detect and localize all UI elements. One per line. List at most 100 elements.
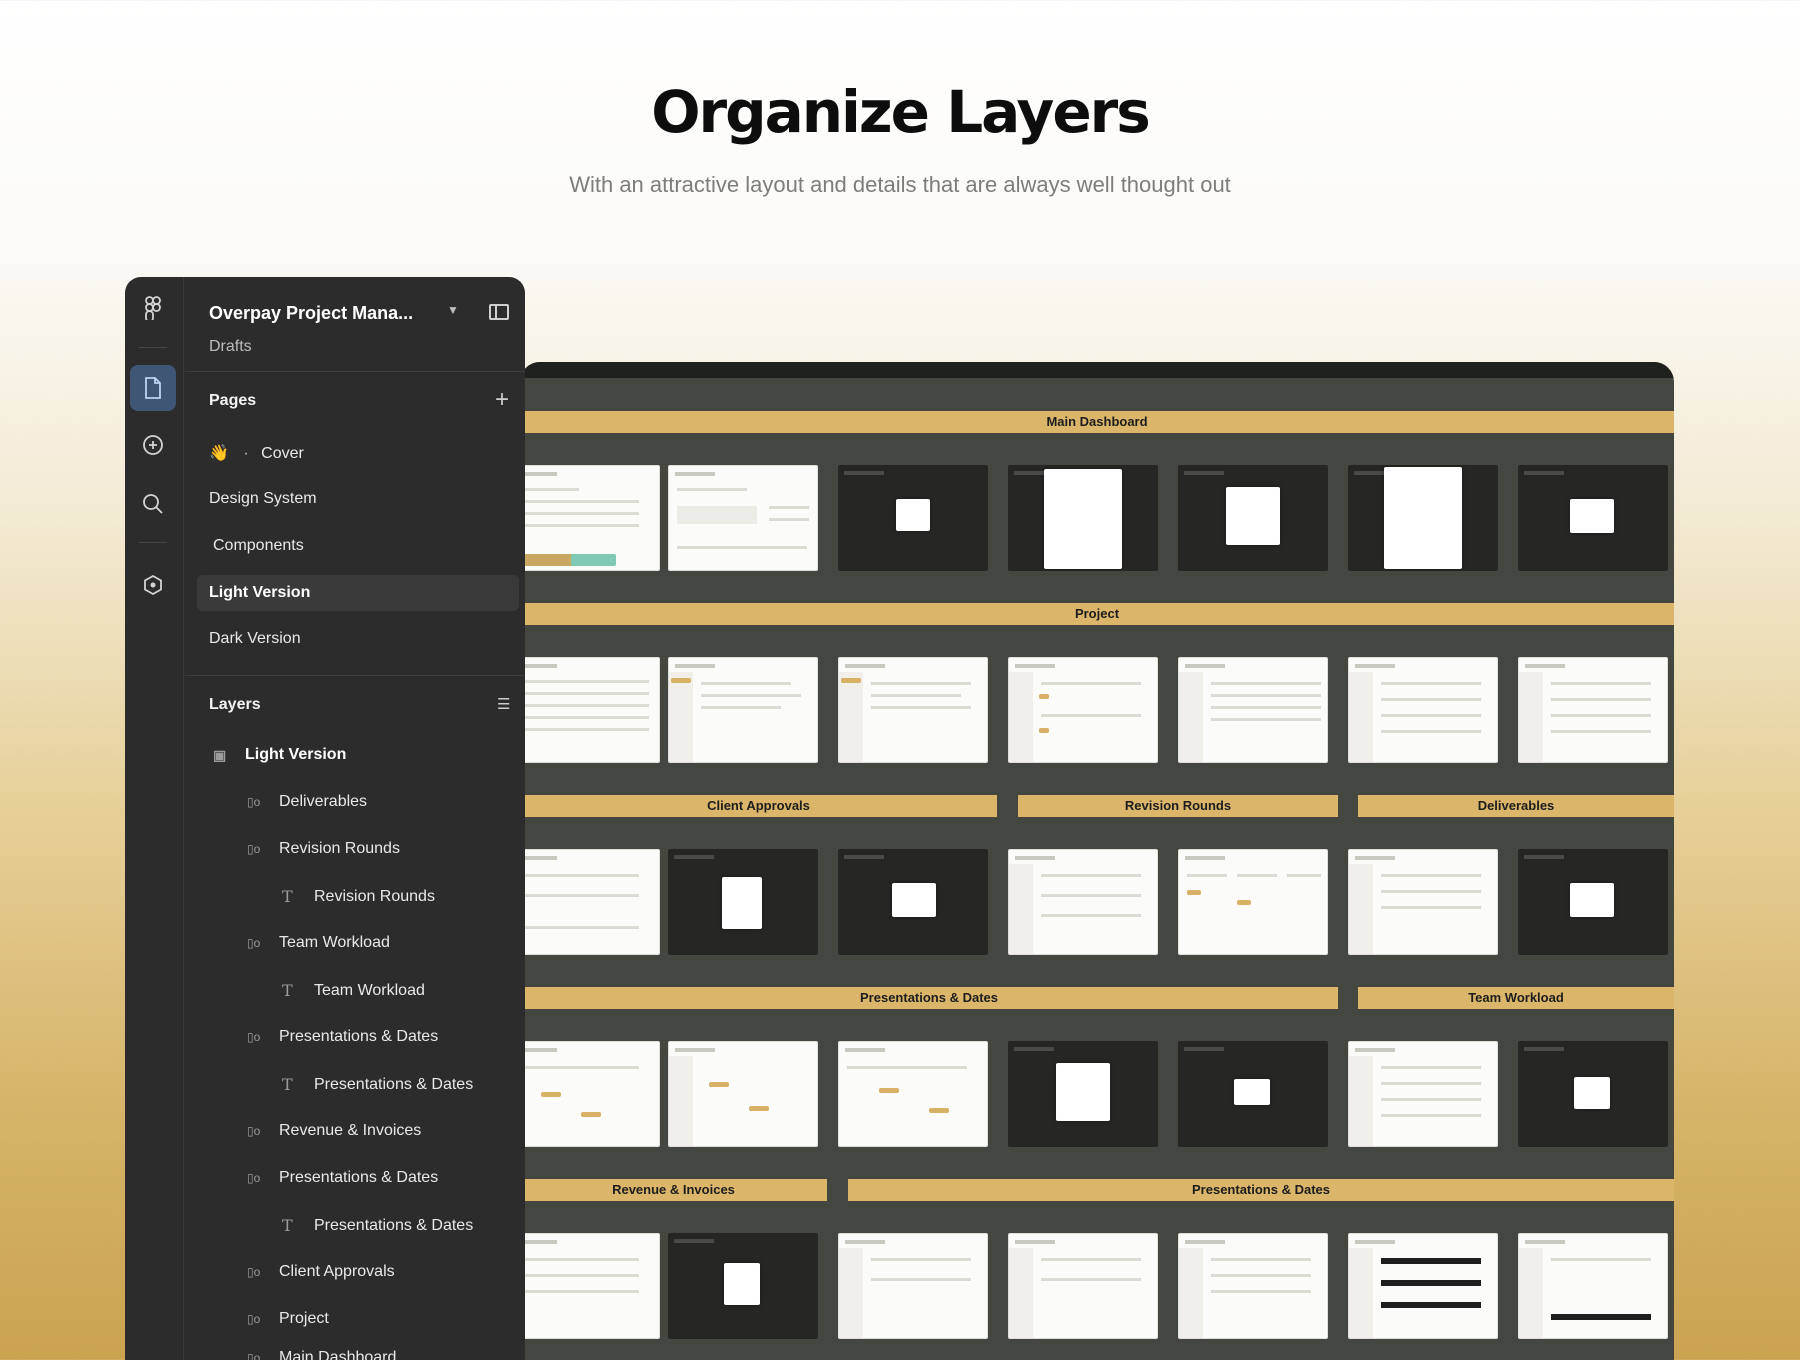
figma-logo-icon[interactable] <box>130 285 176 331</box>
section-team-workload[interactable]: Team Workload <box>1358 987 1674 1009</box>
frame-thumbnail[interactable] <box>520 465 660 571</box>
layer-frame-presentations-dates[interactable]: ▯o Presentations & Dates <box>247 1028 438 1046</box>
layer-label: Team Workload <box>279 934 390 951</box>
page-label: Cover <box>261 445 304 462</box>
layer-label: Presentations & Dates <box>279 1169 439 1186</box>
text-icon: T <box>282 887 293 906</box>
frame-icon: ▯o <box>247 1265 261 1279</box>
layer-frame-revision-rounds[interactable]: ▯o Revision Rounds <box>247 840 400 858</box>
frame-thumbnail[interactable] <box>1178 657 1328 763</box>
frame-thumbnail[interactable] <box>1008 657 1158 763</box>
pages-heading: Pages <box>209 392 257 409</box>
wave-emoji-icon: 👋 <box>209 445 229 462</box>
layers-heading: Layers <box>209 696 261 713</box>
layer-frame-deliverables[interactable]: ▯o Deliverables <box>247 793 367 811</box>
frame-thumbnail[interactable] <box>520 849 660 955</box>
frame-thumbnail[interactable] <box>668 1041 818 1147</box>
page-item-dark-version[interactable]: Dark Version <box>209 630 301 648</box>
frame-thumbnail[interactable] <box>520 657 660 763</box>
frame-thumbnail[interactable] <box>838 657 988 763</box>
search-icon[interactable] <box>130 481 176 527</box>
canvas-toolbar <box>520 362 1674 378</box>
frame-thumbnail[interactable] <box>668 465 818 571</box>
layer-text-team-workload[interactable]: T Team Workload <box>282 981 425 1000</box>
frame-thumbnail[interactable] <box>1178 1041 1328 1147</box>
frame-icon: ▯o <box>247 1124 261 1138</box>
add-page-icon[interactable]: + <box>495 388 509 412</box>
frame-thumbnail[interactable] <box>1008 849 1158 955</box>
frame-thumbnail[interactable] <box>1178 465 1328 571</box>
frame-thumbnail[interactable] <box>1518 1233 1668 1339</box>
page-item-design-system[interactable]: Design System <box>209 490 317 508</box>
text-icon: T <box>282 1216 293 1235</box>
panel-toggle-icon[interactable] <box>489 304 509 320</box>
text-icon: T <box>282 1075 293 1094</box>
section-revenue-invoices[interactable]: Revenue & Invoices <box>520 1179 827 1201</box>
layer-label: Presentations & Dates <box>279 1028 439 1045</box>
section-presentations-dates[interactable]: Presentations & Dates <box>520 987 1338 1009</box>
frame-thumbnail[interactable] <box>1348 657 1498 763</box>
frame-thumbnail[interactable] <box>1348 1233 1498 1339</box>
frame-thumbnail[interactable] <box>1518 849 1668 955</box>
layer-text-presentations-dates[interactable]: T Presentations & Dates <box>282 1075 473 1094</box>
page-item-cover[interactable]: 👋 · Cover <box>209 443 304 463</box>
layer-frame-project[interactable]: ▯o Project <box>247 1310 329 1328</box>
assets-icon[interactable] <box>130 422 176 468</box>
frame-thumbnail[interactable] <box>520 1233 660 1339</box>
frame-icon: ▯o <box>247 842 261 856</box>
tool-rail <box>125 277 184 1360</box>
frame-thumbnail[interactable] <box>838 1233 988 1339</box>
frame-thumbnail[interactable] <box>668 849 818 955</box>
collapse-layers-icon[interactable]: ☰ <box>497 695 510 713</box>
frame-thumbnail[interactable] <box>838 1041 988 1147</box>
frame-thumbnail[interactable] <box>1008 465 1158 571</box>
divider <box>185 371 525 372</box>
file-location[interactable]: Drafts <box>209 338 252 356</box>
text-icon: T <box>282 981 293 1000</box>
frame-thumbnail[interactable] <box>1178 849 1328 955</box>
frame-thumbnail[interactable] <box>1348 1041 1498 1147</box>
frame-thumbnail[interactable] <box>1518 1041 1668 1147</box>
layer-label: Presentations & Dates <box>314 1075 474 1093</box>
section-main-dashboard[interactable]: Main Dashboard <box>520 411 1674 433</box>
layer-text-revision-rounds[interactable]: T Revision Rounds <box>282 887 435 906</box>
chevron-down-icon[interactable]: ▼ <box>447 303 459 317</box>
frame-icon: ▯o <box>247 795 261 809</box>
page-item-light-version[interactable]: Light Version <box>197 575 519 611</box>
layer-label: Revision Rounds <box>314 887 435 905</box>
frame-thumbnail[interactable] <box>838 465 988 571</box>
layer-label: Deliverables <box>279 793 368 810</box>
layer-frame-team-workload[interactable]: ▯o Team Workload <box>247 934 390 952</box>
file-title[interactable]: Overpay Project Mana... <box>209 303 413 324</box>
pages-icon[interactable] <box>130 365 176 411</box>
layer-frame-client-approvals[interactable]: ▯o Client Approvals <box>247 1263 395 1281</box>
page-item-components[interactable]: Components <box>213 537 304 555</box>
layer-text-presentations-dates-2[interactable]: T Presentations & Dates <box>282 1216 473 1235</box>
frame-thumbnail[interactable] <box>1348 465 1498 571</box>
section-deliverables[interactable]: Deliverables <box>1358 795 1674 817</box>
hero-subtitle: With an attractive layout and details th… <box>569 172 1231 197</box>
section-client-approvals[interactable]: Client Approvals <box>520 795 997 817</box>
frame-thumbnail[interactable] <box>1008 1233 1158 1339</box>
frame-thumbnail[interactable] <box>1518 657 1668 763</box>
layer-label: Presentations & Dates <box>314 1216 474 1234</box>
frame-thumbnail[interactable] <box>1178 1233 1328 1339</box>
layer-label: Team Workload <box>314 981 425 999</box>
layer-frame-main-dashboard[interactable]: ▯o Main Dashboard <box>247 1349 396 1360</box>
frame-thumbnail[interactable] <box>1518 465 1668 571</box>
frame-thumbnail[interactable] <box>838 849 988 955</box>
layer-frame-presentations-dates-2[interactable]: ▯o Presentations & Dates <box>247 1169 438 1187</box>
frame-thumbnail[interactable] <box>520 1041 660 1147</box>
section-presentations-dates-2[interactable]: Presentations & Dates <box>848 1179 1674 1201</box>
section-project[interactable]: Project <box>520 603 1674 625</box>
layer-frame-revenue-invoices[interactable]: ▯o Revenue & Invoices <box>247 1122 421 1140</box>
frame-thumbnail[interactable] <box>668 657 818 763</box>
section-revision-rounds[interactable]: Revision Rounds <box>1018 795 1338 817</box>
plugins-icon[interactable] <box>130 562 176 608</box>
layer-page-light-version[interactable]: ▣ Light Version <box>213 746 346 764</box>
frame-thumbnail[interactable] <box>1348 849 1498 955</box>
frame-thumbnail[interactable] <box>668 1233 818 1339</box>
design-canvas[interactable]: Main Dashboard Project Client Approvals … <box>520 362 1674 1360</box>
hero-title: Organize Layers <box>651 78 1151 146</box>
frame-thumbnail[interactable] <box>1008 1041 1158 1147</box>
